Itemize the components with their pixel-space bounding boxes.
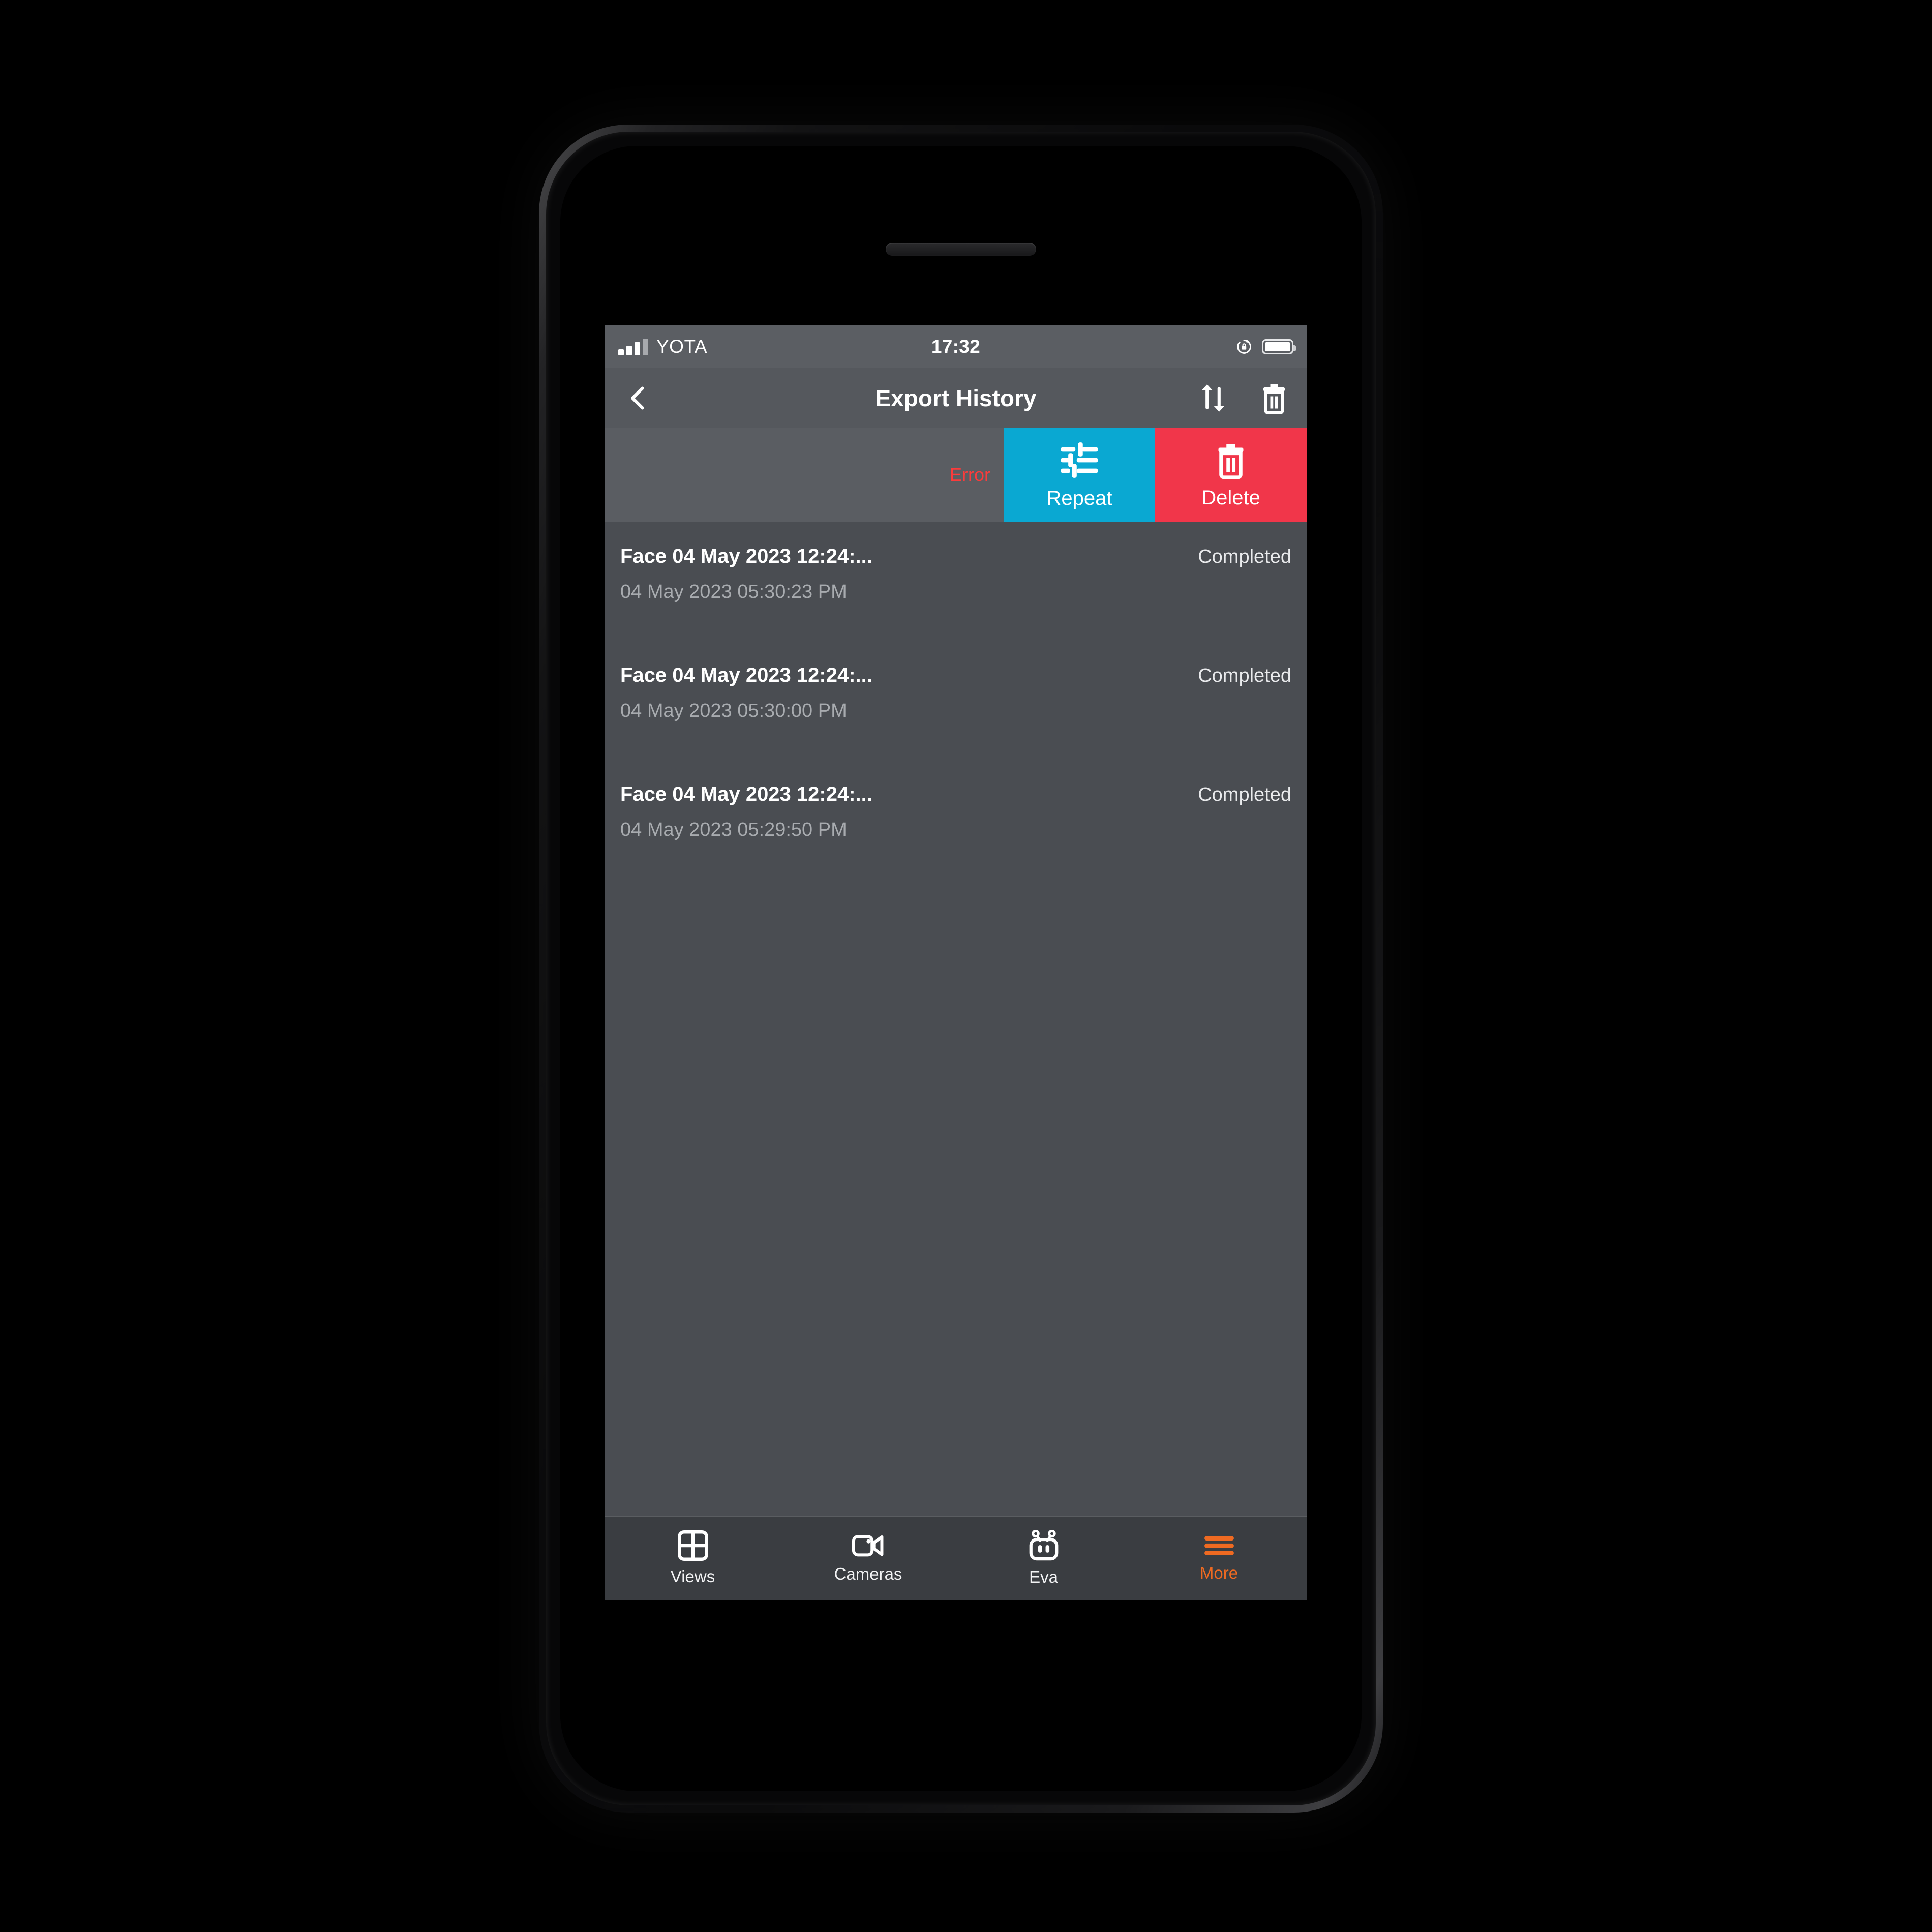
tab-label: More <box>1199 1563 1239 1582</box>
repeat-action-label: Repeat <box>1046 487 1112 509</box>
table-row-header: Face 04 May 2023 12:24:... Completed <box>620 545 1291 568</box>
nav-actions <box>1196 380 1291 416</box>
table-row-header: Face 04 May 2023 12:24:... Completed <box>620 783 1291 806</box>
export-title: Face 04 May 2023 12:24:... <box>620 783 872 805</box>
robot-icon <box>1029 1530 1058 1561</box>
delete-action-label: Delete <box>1201 486 1260 509</box>
bottom-tab-bar: Views Cameras Eva More <box>605 1516 1307 1600</box>
sort-arrows-icon <box>1201 384 1225 412</box>
tab-label: Eva <box>1029 1567 1058 1586</box>
status-bar-right <box>1235 338 1296 355</box>
tab-views[interactable]: Views <box>605 1530 780 1586</box>
status-bar: YOTA 17:32 <box>605 325 1307 368</box>
export-timestamp: 04 May 2023 05:29:50 PM <box>620 819 847 840</box>
list-empty-space <box>605 879 1307 1268</box>
status-badge: Completed <box>1198 784 1291 805</box>
tab-label: Views <box>670 1567 715 1586</box>
app-screen: YOTA 17:32 Export History Error Repeat D… <box>605 325 1307 1600</box>
battery-icon <box>1262 339 1296 354</box>
delete-all-button[interactable] <box>1257 380 1291 416</box>
swiped-row-content[interactable]: Error <box>605 428 1004 522</box>
video-camera-icon <box>852 1535 883 1557</box>
export-title: Face 04 May 2023 12:24:... <box>620 664 872 686</box>
navigation-bar: Export History <box>605 368 1307 428</box>
table-row[interactable]: Face 04 May 2023 12:24:... Completed 04 … <box>605 641 1307 760</box>
sort-button[interactable] <box>1196 380 1230 416</box>
table-row-header: Face 04 May 2023 12:24:... Completed <box>620 664 1291 687</box>
table-row[interactable]: Face 04 May 2023 12:24:... Completed 04 … <box>605 522 1307 641</box>
tab-eva[interactable]: Eva <box>956 1530 1131 1587</box>
delete-action-button[interactable]: Delete <box>1155 428 1307 522</box>
table-row[interactable]: Face 04 May 2023 12:24:... Completed 04 … <box>605 760 1307 879</box>
export-timestamp: 04 May 2023 05:30:00 PM <box>620 700 847 721</box>
grid-icon <box>677 1530 708 1561</box>
rotation-lock-icon <box>1235 338 1253 355</box>
phone-bottom-bezel <box>560 1687 1362 1791</box>
hamburger-menu-icon <box>1204 1536 1234 1556</box>
export-title: Face 04 May 2023 12:24:... <box>620 545 872 567</box>
table-row-swiped: Error Repeat Delete <box>605 428 1307 522</box>
trash-icon <box>1218 444 1244 479</box>
status-badge: Completed <box>1198 546 1291 567</box>
export-timestamp: 04 May 2023 05:30:23 PM <box>620 581 847 602</box>
repeat-action-button[interactable]: Repeat <box>1004 428 1155 522</box>
trash-icon <box>1263 384 1285 414</box>
export-history-list: Error Repeat Delete Face 04 May 2023 12:… <box>605 428 1307 1268</box>
clock-label: 17:32 <box>931 336 981 357</box>
tab-label: Cameras <box>834 1564 902 1583</box>
back-button[interactable] <box>620 380 656 416</box>
status-badge: Completed <box>1198 665 1291 686</box>
tab-more[interactable]: More <box>1131 1534 1307 1583</box>
status-badge-error: Error <box>950 464 990 485</box>
earpiece-speaker <box>886 243 1036 256</box>
chevron-left-icon <box>630 386 644 410</box>
tab-cameras[interactable]: Cameras <box>780 1533 956 1584</box>
sliders-icon <box>1061 442 1098 478</box>
